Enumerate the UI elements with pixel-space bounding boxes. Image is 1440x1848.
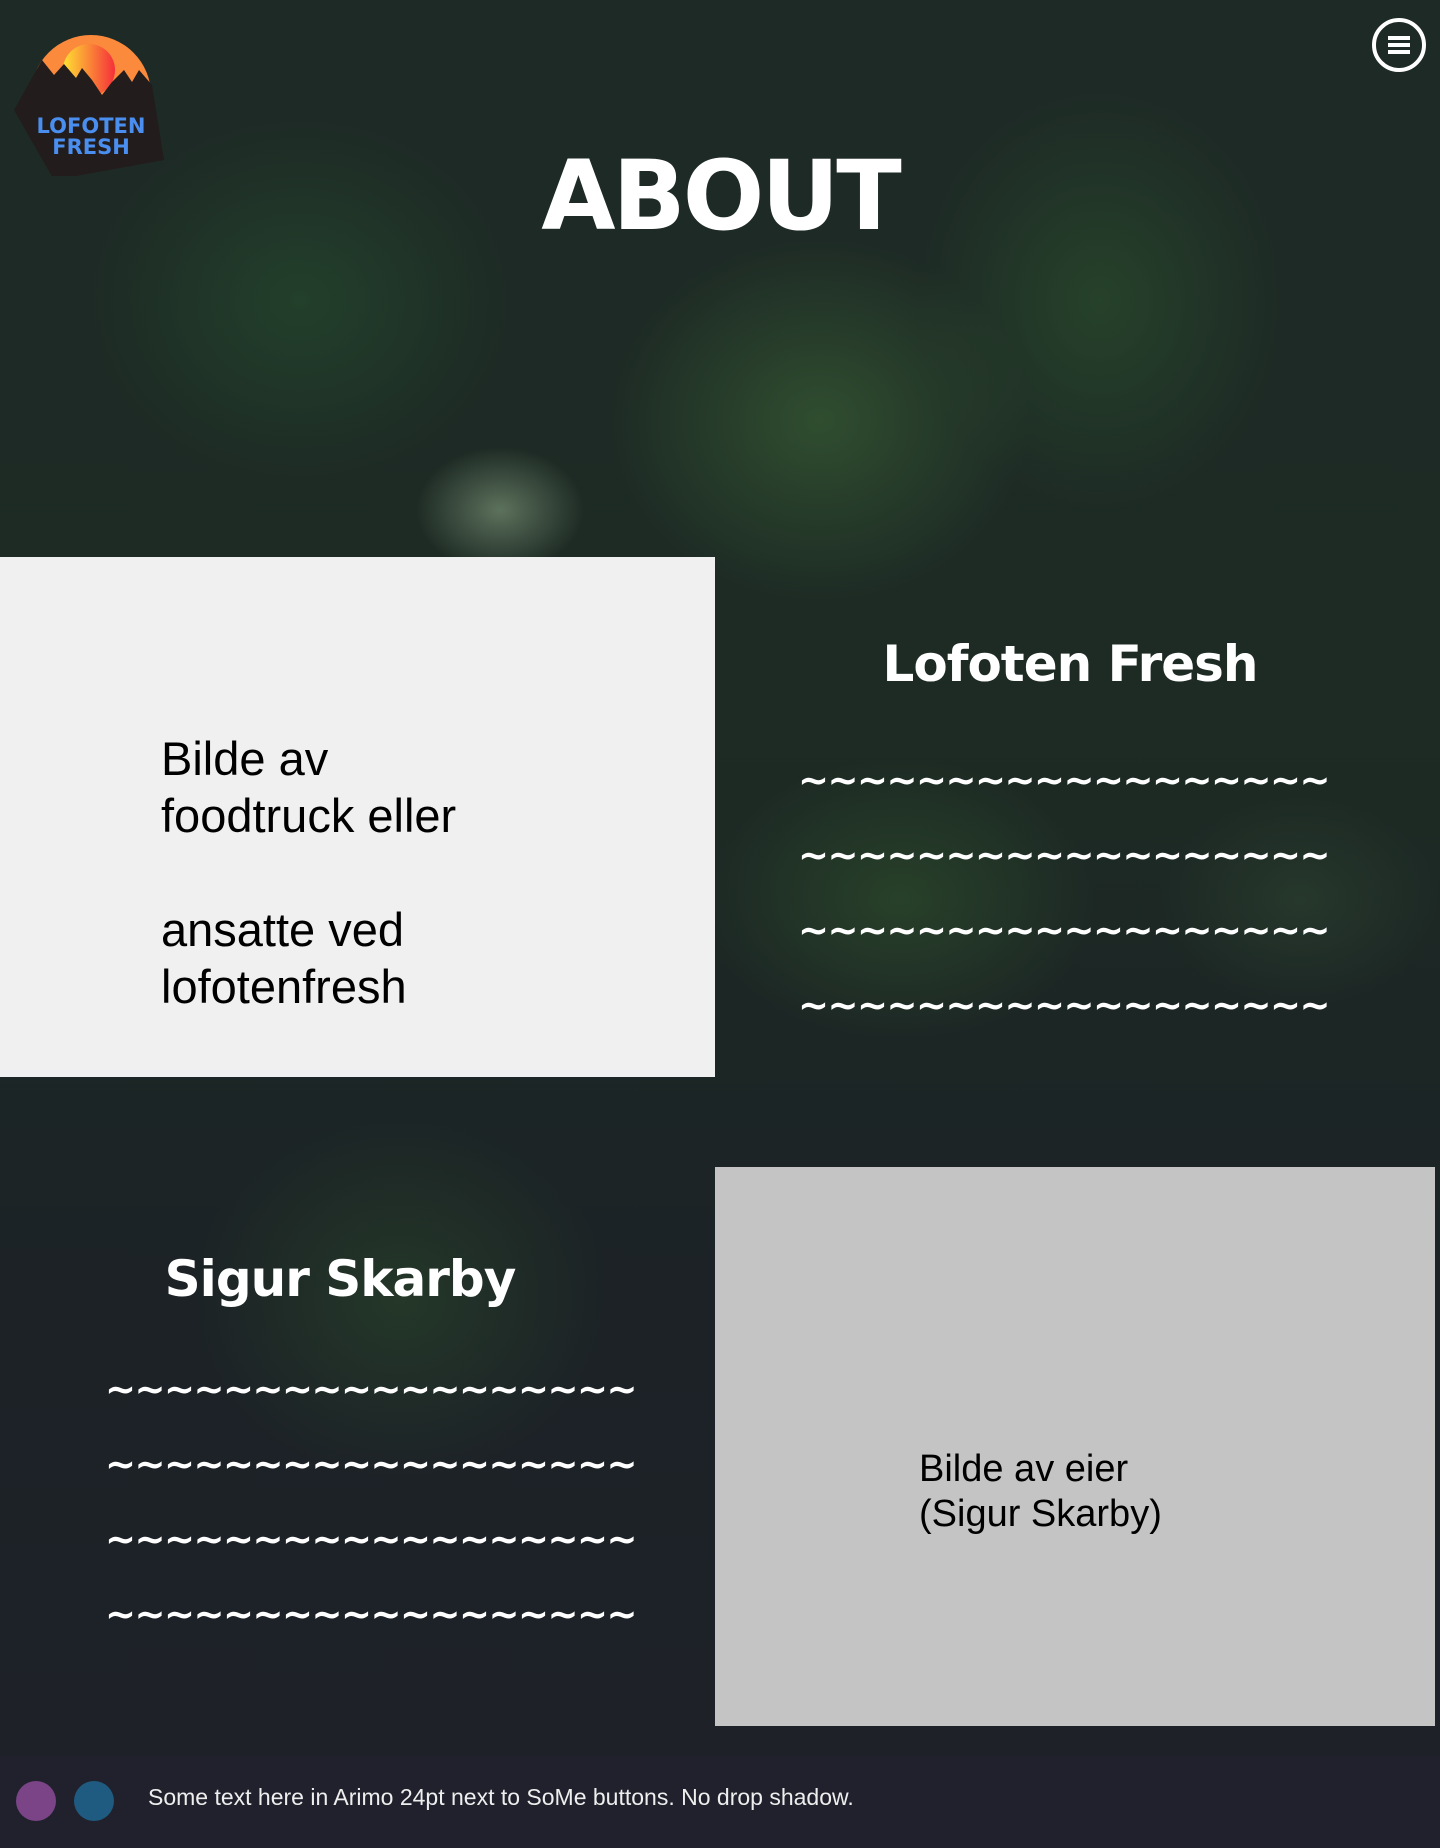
body-line: ~~~~~~~~~~~~~~~~~~ [105,1368,638,1411]
menu-button[interactable] [1372,18,1426,72]
section-body-sigur-skarby: ~~~~~~~~~~~~~~~~~~ ~~~~~~~~~~~~~~~~~~ ~~… [105,1352,638,1652]
hamburger-menu-icon [1388,36,1410,54]
body-line: ~~~~~~~~~~~~~~~~~~ [798,759,1331,802]
body-line: ~~~~~~~~~~~~~~~~~~ [105,1443,638,1486]
body-line: ~~~~~~~~~~~~~~~~~~ [105,1593,638,1636]
body-line: ~~~~~~~~~~~~~~~~~~ [105,1518,638,1561]
section-heading-lofoten-fresh: Lofoten Fresh [882,635,1258,693]
owner-image-placeholder: Bilde av eier (Sigur Skarby) [715,1167,1435,1726]
image-placeholder-text: Bilde av foodtruck eller ansatte ved lof… [161,732,457,1013]
body-line: ~~~~~~~~~~~~~~~~~~ [798,984,1331,1027]
body-line: ~~~~~~~~~~~~~~~~~~ [798,909,1331,952]
foodtruck-image-caption-wrap: Bilde av foodtruck eller ansatte ved lof… [0,557,715,1077]
section-heading-sigur-skarby: Sigur Skarby [164,1250,517,1308]
image-placeholder-text: Bilde av eier (Sigur Skarby) [919,1448,1162,1535]
social-button-2[interactable] [74,1781,114,1821]
section-body-lofoten-fresh: ~~~~~~~~~~~~~~~~~~ ~~~~~~~~~~~~~~~~~~ ~~… [798,743,1331,1043]
social-button-1[interactable] [16,1781,56,1821]
footer-text: Some text here in Arimo 24pt next to SoM… [148,1784,854,1810]
page-title: ABOUT [541,140,902,252]
body-line: ~~~~~~~~~~~~~~~~~~ [798,834,1331,877]
